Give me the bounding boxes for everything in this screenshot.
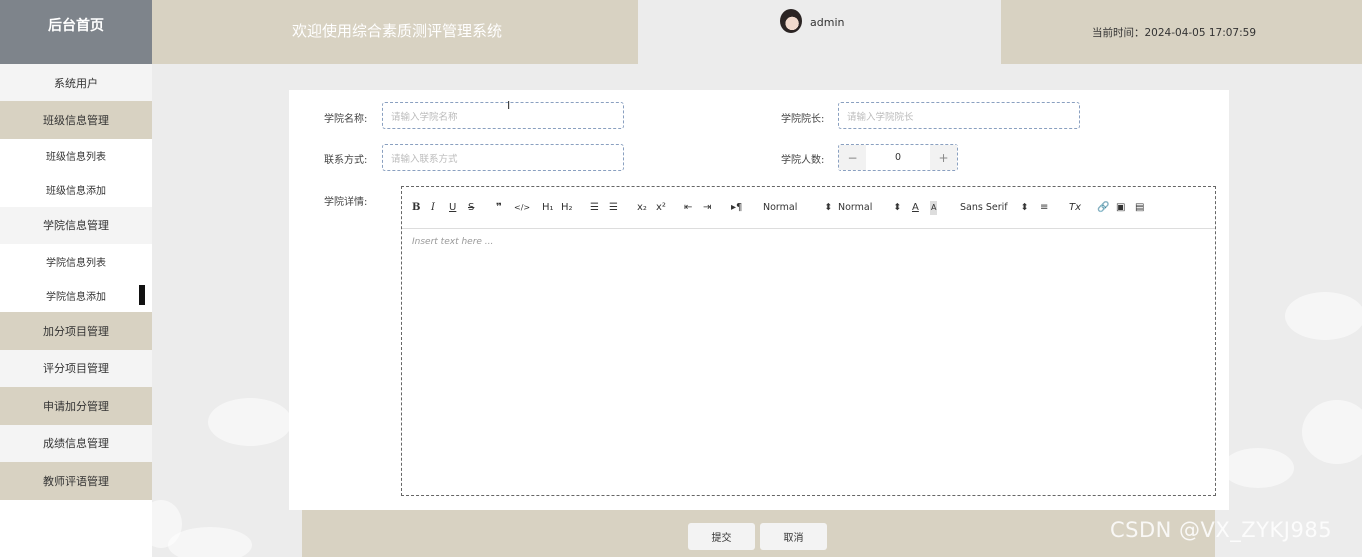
active-indicator [139,285,145,305]
user-info: admin [638,0,1001,64]
header-banner: 欢迎使用综合素质测评管理系统 [152,0,638,64]
sidebar-item-bonus-application-management[interactable]: 申请加分管理 [0,387,152,425]
college-name-input[interactable]: 请输入学院名称 [382,102,624,129]
college-name-label: 学院名称: [324,114,368,125]
sidebar-item-label: 系统用户 [54,76,98,90]
link-icon[interactable]: 🔗 [1097,201,1109,215]
image-icon[interactable]: ▣ [1116,201,1125,215]
header-2-icon[interactable]: H₂ [561,201,573,215]
avatar[interactable] [780,9,802,33]
sidebar-item-class-management[interactable]: 班级信息管理 [0,101,152,139]
dean-input[interactable]: 请输入学院院长 [838,102,1080,129]
align-icon[interactable]: ≡ [1040,201,1048,215]
rich-text-editor: B I U S ❞ </> H₁ H₂ ☰ ☰ x₂ x² ⇤ ⇥ ▸¶ Nor… [401,186,1216,496]
bg-bubble [208,398,292,446]
sidebar-item-label: 学院信息管理 [43,219,109,233]
home-logo-text: 后台首页 [48,18,104,34]
editor-content[interactable]: Insert text here ... [402,229,1215,255]
sidebar-item-label: 教师评语管理 [43,474,109,488]
subscript-icon[interactable]: x₂ [637,201,647,215]
bg-bubble [1285,292,1362,340]
count-stepper[interactable]: − 0 + [838,144,958,171]
sidebar-item-grades-management[interactable]: 成绩信息管理 [0,424,152,462]
strike-icon[interactable]: S [468,201,474,215]
code-block-icon[interactable]: </> [514,201,530,215]
superscript-icon[interactable]: x² [656,201,666,215]
system-title: 欢迎使用综合素质测评管理系统 [292,22,503,40]
chevron-updown-icon: ⬍ [824,202,833,213]
italic-icon[interactable]: I [431,201,435,215]
background-color-icon[interactable]: A [930,201,938,215]
bold-icon[interactable]: B [412,201,420,215]
sidebar-item-label: 班级信息管理 [43,113,109,127]
chevron-updown-icon: ⬍ [1020,202,1029,213]
sidebar-item-system-users[interactable]: 系统用户 [0,64,152,101]
sidebar-item-college-management[interactable]: 学院信息管理 [0,206,152,244]
contact-input[interactable]: 请输入联系方式 [382,144,624,171]
sidebar-item-scoring-project-management[interactable]: 评分项目管理 [0,349,152,387]
chevron-updown-icon: ⬍ [893,202,902,213]
text-cursor-icon: I [507,99,511,112]
sidebar-item-label: 学院信息添加 [46,291,106,303]
current-time: 当前时间：2024-04-05 17:07:59 [1092,27,1257,39]
dean-placeholder: 请输入学院院长 [847,111,914,123]
contact-placeholder: 请输入联系方式 [391,153,458,165]
header-select-value: Normal [763,202,798,213]
sidebar-item-teacher-comment-management[interactable]: 教师评语管理 [0,462,152,500]
contact-label: 联系方式: [324,155,368,166]
sidebar-item-college-list[interactable]: 学院信息列表 [0,244,152,278]
action-bar: 提交 取消 [302,510,1215,557]
sidebar-item-class-add[interactable]: 班级信息添加 [0,172,152,207]
indent-icon[interactable]: ⇥ [703,201,711,215]
header-1-icon[interactable]: H₁ [542,201,554,215]
watermark: CSDN @VX_ZYKJ985 [1110,518,1333,542]
sidebar-item-label: 班级信息添加 [46,186,106,197]
text-direction-icon[interactable]: ▸¶ [731,201,742,215]
sidebar-item-label: 加分项目管理 [43,324,109,338]
bg-bubble [1222,448,1294,488]
sidebar-item-label: 成绩信息管理 [43,437,109,451]
cancel-button-label: 取消 [783,533,804,544]
college-form: 学院名称: 请输入学院名称 学院院长: 请输入学院院长 联系方式: 请输入联系方… [289,90,1229,510]
count-label: 学院人数: [781,155,825,166]
sidebar-item-label: 申请加分管理 [43,399,109,413]
college-name-placeholder: 请输入学院名称 [391,111,458,123]
dean-label: 学院院长: [781,114,825,125]
underline-icon[interactable]: U [449,201,456,215]
count-value[interactable]: 0 [866,145,930,170]
cancel-button[interactable]: 取消 [760,523,827,550]
sidebar-item-label: 评分项目管理 [43,362,109,376]
home-logo[interactable]: 后台首页 [0,0,152,64]
size-select-value: Normal [838,202,873,213]
ordered-list-icon[interactable]: ☰ [590,201,599,215]
font-color-icon[interactable]: A [912,201,919,215]
sidebar-item-label: 班级信息列表 [46,152,106,163]
detail-label: 学院详情: [324,197,368,208]
font-select-value: Sans Serif [960,202,1008,213]
username[interactable]: admin [810,16,844,29]
submit-button-label: 提交 [711,533,732,544]
sidebar-item-class-list[interactable]: 班级信息列表 [0,138,152,173]
blockquote-icon[interactable]: ❞ [496,201,502,215]
time-panel: 当前时间：2024-04-05 17:07:59 [1001,0,1362,64]
video-icon[interactable]: ▤ [1135,201,1144,215]
sidebar-item-bonus-project-management[interactable]: 加分项目管理 [0,312,152,350]
clear-format-icon[interactable]: Tx [1069,201,1081,215]
sidebar: 系统用户 班级信息管理 班级信息列表 班级信息添加 学院信息管理 学院信息列表 … [0,64,152,557]
editor-placeholder: Insert text here ... [412,237,494,247]
editor-toolbar: B I U S ❞ </> H₁ H₂ ☰ ☰ x₂ x² ⇤ ⇥ ▸¶ Nor… [402,187,1215,229]
bg-bubble [1302,400,1362,464]
header-select[interactable]: Normal ⬍ [763,201,832,215]
increase-button[interactable]: + [930,145,957,170]
sidebar-item-label: 学院信息列表 [46,257,106,269]
bullet-list-icon[interactable]: ☰ [609,201,618,215]
size-select[interactable]: Normal ⬍ [838,201,901,215]
font-select[interactable]: Sans Serif ⬍ [960,201,1029,215]
decrease-button[interactable]: − [839,145,866,170]
sidebar-item-college-add[interactable]: 学院信息添加 [0,278,152,312]
outdent-icon[interactable]: ⇤ [684,201,692,215]
submit-button[interactable]: 提交 [688,523,755,550]
